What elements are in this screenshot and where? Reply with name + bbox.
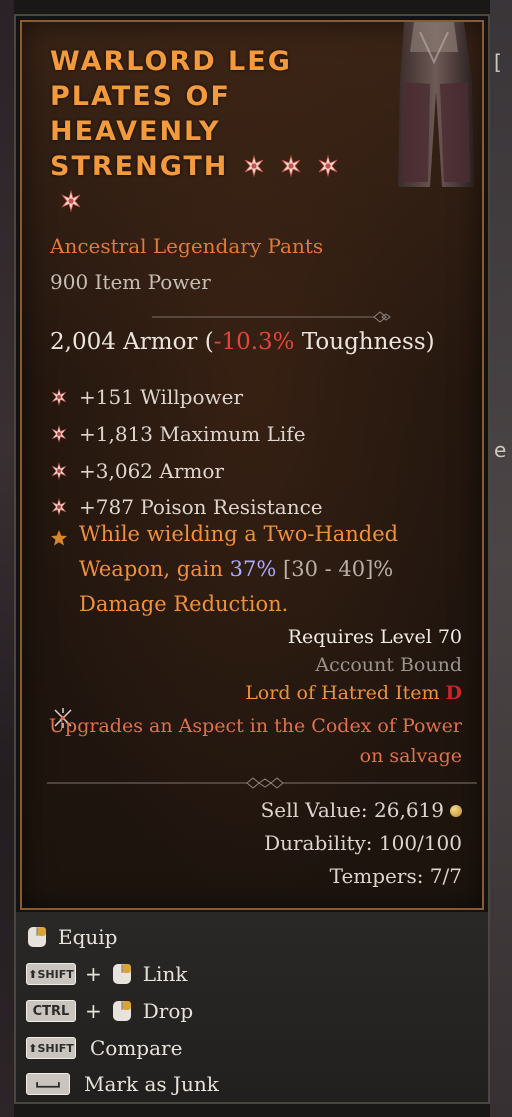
affix-text: +151 Willpower — [79, 385, 244, 409]
edge-glyph: e — [494, 438, 507, 462]
masterwork-star-icon — [60, 186, 82, 213]
ctrl-key-icon: CTRL — [26, 1000, 76, 1022]
item-type: Ancestral Legendary Pants — [50, 234, 324, 258]
section-divider — [47, 774, 477, 789]
toughness-delta: -10.3% — [213, 329, 295, 355]
diablo-logo-icon: D — [445, 682, 462, 704]
item-name-line: HEAVENLY — [50, 116, 221, 147]
item-power: 900 Item Power — [50, 270, 211, 294]
affix-line: +1,813 Maximum Life — [50, 422, 306, 446]
masterwork-star-icon — [280, 151, 302, 178]
sell-value-text: Sell Value: 26,619 — [260, 798, 444, 822]
item-name-line: PLATES OF — [50, 81, 231, 112]
codex-upgrade-text: Upgrades an Aspect in the Codex of Power… — [49, 711, 462, 771]
required-level: Requires Level 70 — [287, 626, 462, 648]
item-name: WARLORD LEG PLATES OF HEAVENLY STRENGTH — [50, 44, 380, 219]
item-portrait — [384, 22, 484, 187]
aspect-line-3: Damage Reduction. — [79, 592, 289, 616]
masterwork-star-icon — [317, 151, 339, 178]
shift-key-icon: ⬆SHIFT — [26, 963, 76, 985]
item-name-line: WARLORD LEG — [50, 46, 292, 77]
affix-text: +787 Poison Resistance — [79, 495, 323, 519]
section-divider — [152, 308, 392, 323]
gold-coin-icon — [450, 805, 462, 817]
toughness-suffix: Toughness) — [294, 329, 435, 355]
legendary-aspect: While wielding a Two-Handed Weapon, gain… — [50, 517, 450, 622]
aspect-line-1: While wielding a Two-Handed — [79, 522, 399, 546]
shift-key-label: SHIFT — [37, 968, 74, 981]
background-right: [ e — [490, 0, 512, 1117]
codex-line-1: Upgrades an Aspect in the Codex of Power — [49, 715, 462, 737]
plus-sign: + — [85, 962, 102, 986]
compare-action[interactable]: ⬆SHIFT Compare — [26, 1033, 182, 1063]
affix-text: +3,062 Armor — [79, 459, 224, 483]
legendary-star-icon — [50, 523, 68, 546]
durability: Durability: 100/100 — [264, 831, 462, 855]
armor-value: 2,004 Armor ( — [50, 329, 214, 355]
affix-line: +787 Poison Resistance — [50, 495, 323, 519]
link-action[interactable]: ⬆SHIFT + Link — [26, 959, 187, 989]
right-mouse-icon — [111, 962, 133, 986]
account-bound: Account Bound — [315, 654, 462, 676]
affix-text: +1,813 Maximum Life — [79, 422, 306, 446]
item-tooltip: WARLORD LEG PLATES OF HEAVENLY STRENGTH … — [14, 14, 490, 1104]
spacebar-key-icon — [26, 1073, 70, 1095]
affix-bullet-icon — [50, 424, 68, 444]
shift-key-label: SHIFT — [37, 1042, 74, 1055]
codex-line-2: on salvage — [359, 745, 462, 767]
aspect-roll-range: [30 - 40]% — [276, 557, 394, 581]
drop-action[interactable]: CTRL + Drop — [26, 996, 193, 1026]
right-mouse-icon — [26, 925, 48, 949]
expansion-item-label: Lord of Hatred Item — [245, 682, 440, 704]
drop-label: Drop — [142, 999, 194, 1023]
compare-label: Compare — [90, 1036, 183, 1060]
equip-action[interactable]: Equip — [26, 922, 117, 952]
mark-junk-action[interactable]: Mark as Junk — [26, 1069, 219, 1099]
armor-stat: 2,004 Armor (-10.3% Toughness) — [50, 329, 435, 355]
affix-bullet-icon — [50, 387, 68, 407]
mark-junk-label: Mark as Junk — [84, 1072, 219, 1096]
background-left — [0, 0, 14, 1117]
aspect-line-2: Weapon, gain 37% [30 - 40]% — [50, 552, 450, 587]
controls-panel: Equip ⬆SHIFT + Link CTRL + Drop ⬆SHIFT C… — [16, 912, 488, 1102]
item-name-line: STRENGTH — [50, 151, 229, 182]
right-mouse-icon — [111, 999, 133, 1023]
link-label: Link — [142, 962, 188, 986]
edge-glyph: [ — [494, 50, 502, 74]
expansion-item: Lord of Hatred Item D — [245, 682, 462, 704]
plus-sign: + — [85, 999, 102, 1023]
tempers: Tempers: 7/7 — [329, 864, 462, 888]
equip-label: Equip — [58, 925, 118, 949]
affix-bullet-icon — [50, 461, 68, 481]
affix-line: +3,062 Armor — [50, 459, 224, 483]
item-card: WARLORD LEG PLATES OF HEAVENLY STRENGTH … — [20, 20, 484, 910]
sell-value: Sell Value: 26,619 — [261, 798, 462, 822]
affix-line: +151 Willpower — [50, 385, 243, 409]
masterwork-star-icon — [243, 151, 265, 178]
aspect-roll-value: 37% — [229, 557, 277, 581]
affix-bullet-icon — [50, 497, 68, 517]
shift-key-icon: ⬆SHIFT — [26, 1037, 76, 1059]
aspect-prefix: Weapon, gain — [79, 557, 230, 581]
